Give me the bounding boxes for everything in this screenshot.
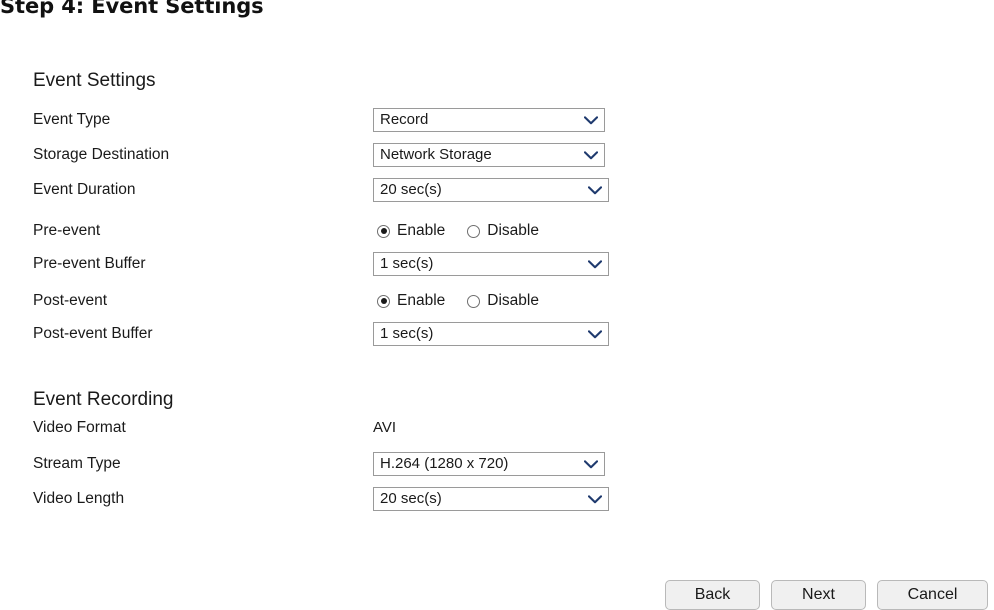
- radio-post-event-disable[interactable]: Disable: [467, 291, 539, 311]
- chevron-down-icon: [586, 179, 604, 201]
- radio-dot-unselected-icon: [467, 224, 481, 238]
- row-pre-event-buffer: Pre-event Buffer 1 sec(s): [0, 252, 994, 278]
- select-pre-event-buffer[interactable]: 1 sec(s): [373, 252, 609, 276]
- select-storage-destination-value: Network Storage: [380, 146, 492, 163]
- row-pre-event: Pre-event Enable Disable: [0, 219, 994, 245]
- chevron-down-icon: [582, 144, 600, 166]
- radio-pre-event-disable[interactable]: Disable: [467, 221, 539, 241]
- radio-post-event-enable[interactable]: Enable: [377, 291, 445, 311]
- label-pre-event: Pre-event: [33, 222, 101, 239]
- select-post-event-buffer-value: 1 sec(s): [380, 325, 434, 342]
- select-post-event-buffer[interactable]: 1 sec(s): [373, 322, 609, 346]
- chevron-down-icon: [582, 453, 600, 475]
- radio-pre-event-enable[interactable]: Enable: [377, 221, 445, 241]
- select-event-type[interactable]: Record: [373, 108, 605, 132]
- row-post-event-buffer: Post-event Buffer 1 sec(s): [0, 322, 994, 348]
- radio-post-event-disable-label: Disable: [487, 292, 539, 309]
- radio-group-post-event: Enable Disable: [377, 289, 539, 313]
- radio-dot-selected-icon: [377, 294, 390, 308]
- chevron-down-icon: [586, 488, 604, 510]
- label-pre-event-buffer: Pre-event Buffer: [33, 255, 146, 272]
- radio-group-pre-event: Enable Disable: [377, 219, 539, 243]
- select-event-type-value: Record: [380, 111, 429, 128]
- select-storage-destination[interactable]: Network Storage: [373, 143, 605, 167]
- row-post-event: Post-event Enable Disable: [0, 289, 994, 315]
- label-event-type: Event Type: [33, 111, 111, 128]
- chevron-down-icon: [586, 323, 604, 345]
- row-video-format: Video Format AVI: [0, 416, 994, 442]
- select-event-duration-value: 20 sec(s): [380, 181, 442, 198]
- section-heading-event-settings: Event Settings: [33, 70, 156, 91]
- radio-dot-unselected-icon: [467, 294, 481, 308]
- label-storage-destination: Storage Destination: [33, 146, 170, 163]
- value-video-format: AVI: [373, 419, 397, 436]
- label-post-event-buffer: Post-event Buffer: [33, 325, 153, 342]
- next-button[interactable]: Next: [771, 580, 866, 610]
- label-stream-type: Stream Type: [33, 455, 121, 472]
- row-event-type: Event Type Record: [0, 108, 994, 134]
- label-video-format: Video Format: [33, 419, 126, 436]
- row-event-duration: Event Duration 20 sec(s): [0, 178, 994, 204]
- row-stream-type: Stream Type H.264 (1280 x 720): [0, 452, 994, 478]
- chevron-down-icon: [582, 109, 600, 131]
- select-video-length[interactable]: 20 sec(s): [373, 487, 609, 511]
- select-pre-event-buffer-value: 1 sec(s): [380, 255, 434, 272]
- select-stream-type[interactable]: H.264 (1280 x 720): [373, 452, 605, 476]
- label-event-duration: Event Duration: [33, 181, 136, 198]
- row-storage-destination: Storage Destination Network Storage: [0, 143, 994, 169]
- select-stream-type-value: H.264 (1280 x 720): [380, 455, 509, 472]
- radio-pre-event-disable-label: Disable: [487, 222, 539, 239]
- section-heading-event-recording: Event Recording: [33, 389, 174, 410]
- label-video-length: Video Length: [33, 490, 125, 507]
- row-video-length: Video Length 20 sec(s): [0, 487, 994, 513]
- select-event-duration[interactable]: 20 sec(s): [373, 178, 609, 202]
- cancel-button[interactable]: Cancel: [877, 580, 988, 610]
- select-video-length-value: 20 sec(s): [380, 490, 442, 507]
- radio-post-event-enable-label: Enable: [397, 292, 446, 309]
- radio-pre-event-enable-label: Enable: [397, 222, 446, 239]
- radio-dot-selected-icon: [377, 224, 390, 238]
- event-settings-form: Event Settings Event Type Record Storage…: [0, 0, 994, 610]
- label-post-event: Post-event: [33, 292, 108, 309]
- chevron-down-icon: [586, 253, 604, 275]
- back-button[interactable]: Back: [665, 580, 760, 610]
